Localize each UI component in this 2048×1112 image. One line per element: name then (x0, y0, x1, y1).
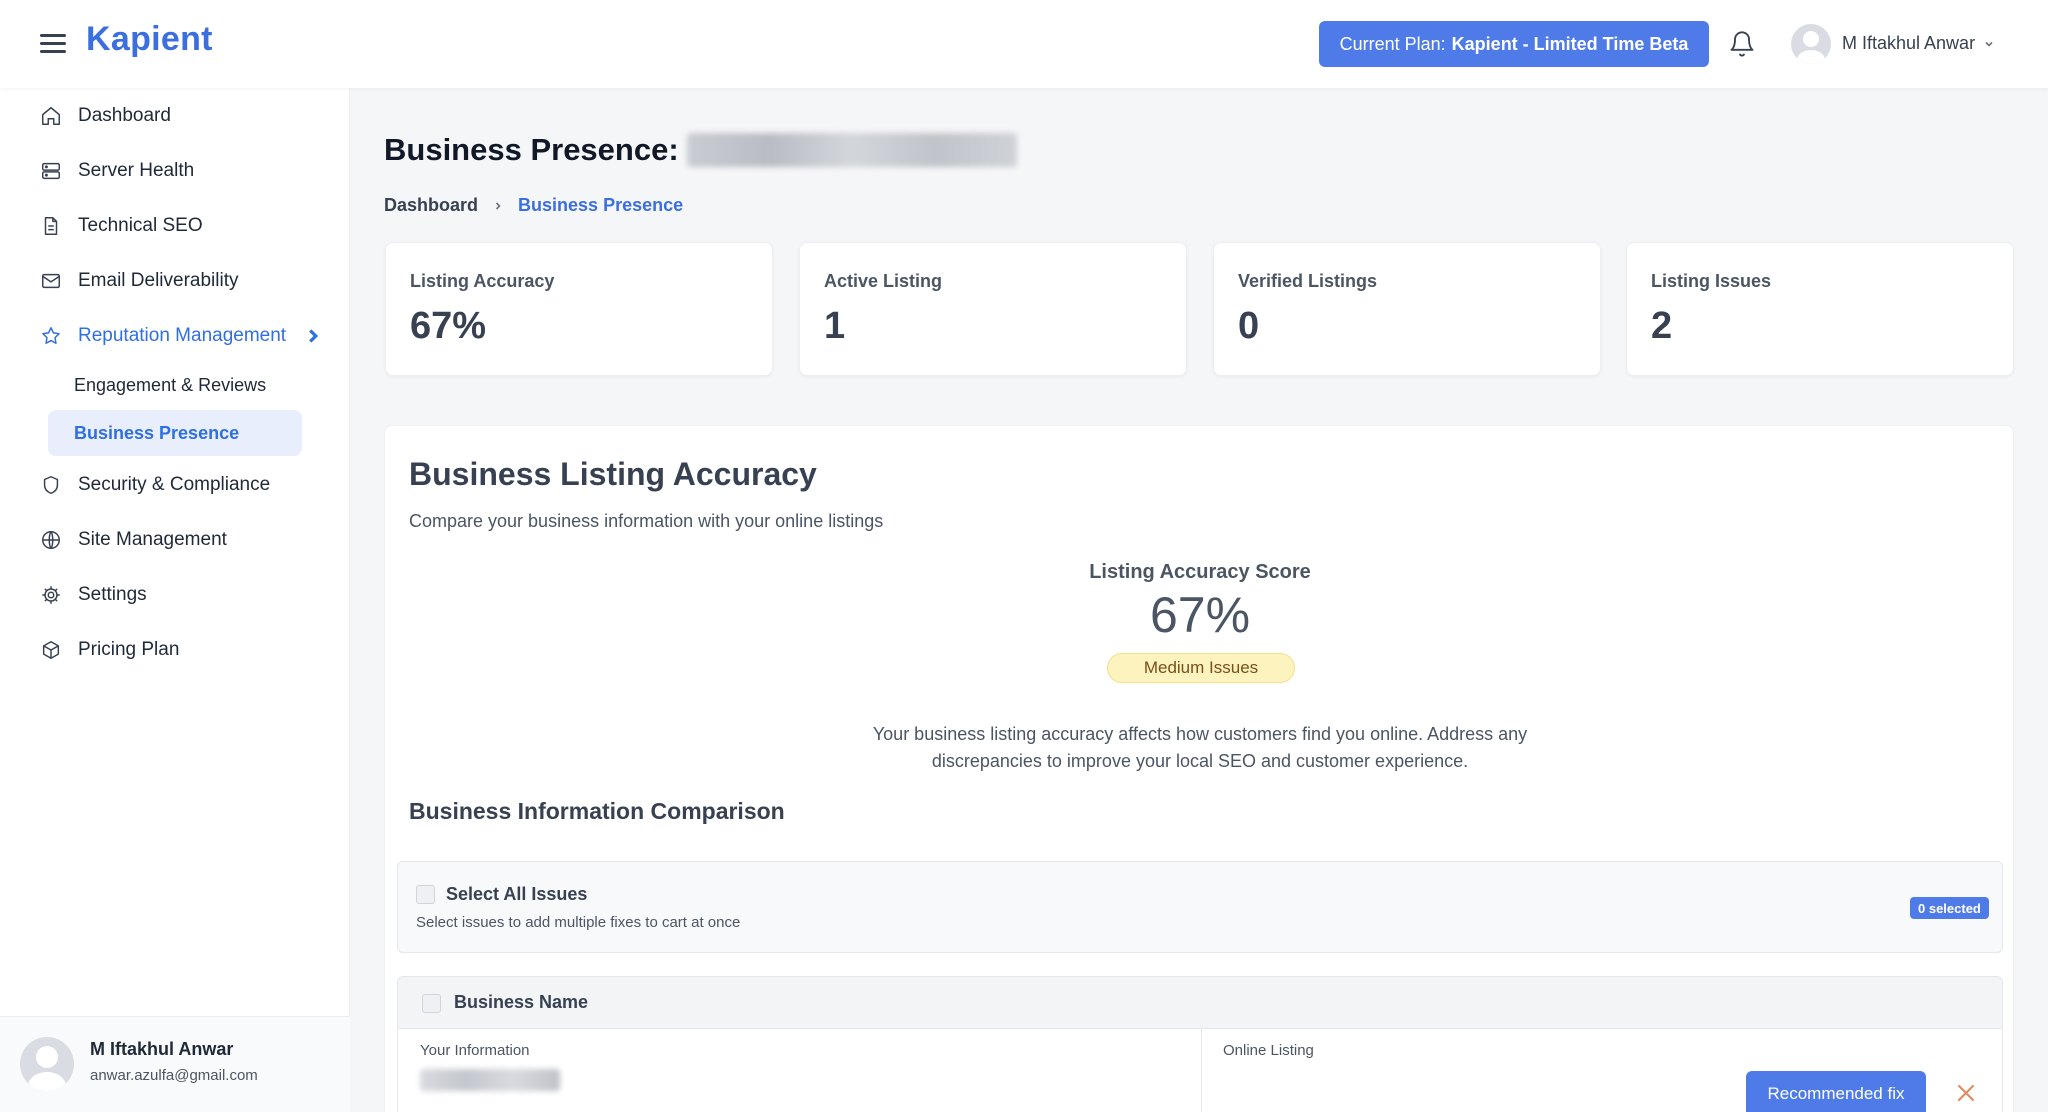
stat-label: Listing Issues (1651, 271, 1772, 291)
your-information-label: Your Information (420, 1042, 530, 1059)
stat-label: Verified Listings (1238, 271, 1378, 291)
sidebar-item-label: Server Health (78, 160, 195, 181)
score-value: 67% (1149, 587, 1251, 643)
field-name: Business Name (454, 992, 589, 1012)
stat-card-verified-listings: Verified Listings 0 (1213, 242, 1601, 376)
comparison-card-header: Business Name (398, 977, 2002, 1029)
sidebar: Dashboard Server Health Technical SEO Em… (0, 88, 350, 1112)
menu-icon[interactable] (40, 32, 68, 54)
stat-value: 2 (1651, 305, 1673, 347)
sidebar-item-pricing-plan[interactable]: Pricing Plan (40, 634, 179, 666)
footer-user-name: M Iftakhul Anwar (90, 1039, 234, 1059)
server-icon (42, 162, 60, 180)
sidebar-item-technical-seo[interactable]: Technical SEO (40, 210, 203, 242)
issue-checkbox[interactable] (422, 994, 441, 1013)
sidebar-item-label: Reputation Management (78, 325, 287, 346)
breadcrumb-dashboard[interactable]: Dashboard (384, 195, 478, 216)
panel-subtitle: Compare your business information with y… (409, 511, 884, 531)
sidebar-item-site-management[interactable]: Site Management (40, 524, 227, 556)
sidebar-item-label: Technical SEO (78, 215, 203, 236)
stat-label: Active Listing (824, 271, 943, 291)
sidebar-item-reputation-management[interactable]: Reputation Management (40, 320, 324, 352)
brand-logo[interactable]: Kapient (86, 20, 213, 59)
bell-icon[interactable] (1728, 29, 1756, 59)
stat-value: 67% (410, 305, 487, 347)
chevron-down-icon (1985, 41, 1993, 47)
redacted-value (420, 1069, 560, 1091)
sidebar-item-email-deliverability[interactable]: Email Deliverability (40, 265, 239, 297)
panel-title: Business Listing Accuracy (409, 456, 817, 492)
stat-card-listing-accuracy: Listing Accuracy 67% (385, 242, 773, 376)
select-all-hint: Select issues to add multiple fixes to c… (416, 914, 741, 931)
footer-user-email: anwar.azulfa@gmail.com (90, 1067, 258, 1084)
globe-icon (42, 531, 60, 549)
sidebar-item-label: Settings (78, 584, 147, 605)
mail-icon (42, 273, 60, 289)
stat-value: 1 (824, 305, 846, 347)
sidebar-item-label: Dashboard (78, 105, 171, 126)
sidebar-user-card[interactable]: M Iftakhul Anwar anwar.azulfa@gmail.com (0, 1016, 350, 1112)
plan-name: Kapient - Limited Time Beta (1451, 33, 1689, 54)
sidebar-subitem-engagement-reviews[interactable]: Engagement & Reviews (74, 375, 266, 396)
sidebar-subitem-business-presence[interactable]: Business Presence (48, 410, 302, 456)
page-title: Business Presence: (384, 132, 1017, 168)
page-title-text: Business Presence: (384, 132, 679, 167)
column-divider (1201, 1029, 1202, 1112)
listing-accuracy-panel: Business Listing Accuracy Compare your b… (384, 425, 2014, 1112)
gear-icon (42, 586, 60, 604)
shield-icon (43, 476, 59, 494)
stat-card-listing-issues: Listing Issues 2 (1626, 242, 2014, 376)
plan-prefix: Current Plan: (1339, 33, 1446, 54)
top-header: Kapient Current Plan: Kapient - Limited … (0, 0, 2048, 88)
current-plan-button[interactable]: Current Plan: Kapient - Limited Time Bet… (1319, 21, 1709, 67)
status-badge: Medium Issues (1107, 653, 1295, 683)
sidebar-item-label: Pricing Plan (78, 639, 180, 660)
stat-value: 0 (1238, 305, 1260, 347)
select-all-checkbox[interactable] (416, 885, 435, 904)
chevron-right-icon (495, 201, 501, 210)
close-icon[interactable] (1954, 1081, 1978, 1105)
accuracy-note: Your business listing accuracy affects h… (872, 724, 1528, 771)
sidebar-item-label: Site Management (78, 529, 227, 550)
recommended-fix-button[interactable]: Recommended fix (1746, 1071, 1926, 1112)
score-label: Listing Accuracy Score (1089, 561, 1311, 583)
sidebar-item-label: Security & Compliance (78, 474, 271, 495)
sidebar-item-label: Email Deliverability (78, 270, 239, 291)
stat-label: Listing Accuracy (410, 271, 555, 291)
select-all-box: Select All Issues Select issues to add m… (397, 861, 2003, 953)
sidebar-item-settings[interactable]: Settings (40, 579, 147, 611)
user-avatar[interactable] (1791, 24, 1831, 64)
stat-card-active-listing: Active Listing 1 (799, 242, 1187, 376)
sidebar-item-dashboard[interactable]: Dashboard (40, 100, 171, 132)
sidebar-item-server-health[interactable]: Server Health (40, 155, 194, 187)
breadcrumb: Dashboard Business Presence (384, 195, 683, 216)
user-name: M Iftakhul Anwar (1842, 33, 1976, 53)
user-menu[interactable]: M Iftakhul Anwar (1842, 33, 1995, 54)
sidebar-item-security-compliance[interactable]: Security & Compliance (40, 469, 270, 501)
redacted-url (686, 133, 1017, 167)
online-listing-label: Online Listing (1223, 1042, 1314, 1059)
breadcrumb-business-presence[interactable]: Business Presence (518, 195, 683, 216)
avatar (20, 1037, 74, 1091)
home-icon (42, 107, 60, 125)
selected-count-badge: 0 selected (1910, 897, 1989, 919)
comparison-card-business-name: Business Name Your Information Online Li… (397, 976, 2003, 1112)
select-all-label[interactable]: Select All Issues (446, 884, 587, 905)
package-icon (42, 641, 60, 659)
star-icon (42, 327, 60, 344)
chevron-right-icon (309, 329, 319, 343)
document-icon (44, 217, 58, 235)
comparison-title: Business Information Comparison (409, 798, 785, 824)
